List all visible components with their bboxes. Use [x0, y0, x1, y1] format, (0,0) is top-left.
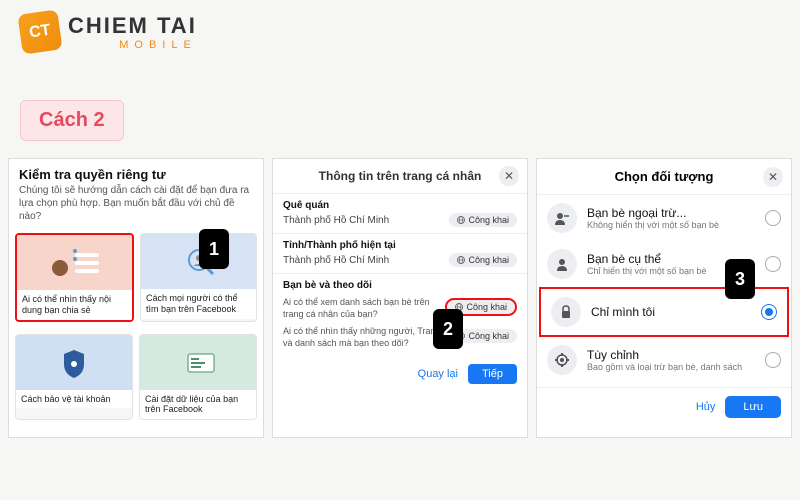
- city-label: Tỉnh/Thành phố hiện tại: [283, 240, 517, 251]
- cancel-button[interactable]: Hủy: [696, 401, 716, 413]
- back-button[interactable]: Quay lại: [418, 368, 458, 380]
- next-button[interactable]: Tiếp: [468, 364, 517, 384]
- option-custom[interactable]: Tùy chỉnh Bao gồm và loại trừ bạn bè, da…: [537, 337, 791, 383]
- step-number-1: 1: [199, 229, 229, 269]
- panel3-title: Chọn đối tượng: [615, 169, 714, 184]
- card-illustration: [140, 335, 256, 390]
- logo-subtitle: MOBILE: [68, 39, 197, 51]
- follow-label: Bạn bè và theo dõi: [283, 280, 517, 291]
- radio-unchecked[interactable]: [765, 352, 781, 368]
- city-value: Thành phố Hồ Chí Minh: [283, 255, 389, 266]
- card-account-security[interactable]: Cách bảo vệ tài khoản: [15, 334, 133, 421]
- step-number-3: 3: [725, 259, 755, 299]
- hometown-value: Thành phố Hồ Chí Minh: [283, 215, 389, 226]
- option-title: Tùy chỉnh: [587, 348, 755, 362]
- follow-q2: Ai có thể nhìn thấy những người, Trang v…: [283, 326, 449, 349]
- radio-checked[interactable]: [761, 304, 777, 320]
- option-title: Chỉ mình tôi: [591, 305, 751, 319]
- option-friends-except[interactable]: Bạn bè ngoại trừ... Không hiển thị với m…: [537, 195, 791, 241]
- gear-icon: [547, 345, 577, 375]
- panel-choose-audience: Chọn đối tượng ✕ Bạn bè ngoại trừ... Khô…: [536, 158, 792, 438]
- logo-title: CHIEM TAI: [68, 13, 197, 39]
- card-label: Cài đặt dữ liệu của bạn trên Facebook: [140, 390, 256, 420]
- card-illustration: [16, 335, 132, 390]
- close-icon[interactable]: ✕: [499, 166, 519, 186]
- option-title: Bạn bè ngoại trừ...: [587, 206, 755, 220]
- close-icon[interactable]: ✕: [763, 167, 783, 187]
- panel-profile-info: Thông tin trên trang cá nhân ✕ Quê quán …: [272, 158, 528, 438]
- brand-logo: CT CHIEM TAI MOBILE: [20, 12, 197, 52]
- panel1-desc: Chúng tôi sẽ hướng dẫn cách cài đặt để b…: [19, 184, 253, 223]
- card-label: Ai có thể nhìn thấy nội dung bạn chia sẻ: [17, 290, 132, 320]
- panel1-title: Kiểm tra quyền riêng tư: [19, 167, 253, 182]
- panel-privacy-checkup: Kiểm tra quyền riêng tư Chúng tôi sẽ hướ…: [8, 158, 264, 438]
- friends-except-icon: [547, 203, 577, 233]
- card-label: Cách mọi người có thể tìm bạn trên Faceb…: [141, 289, 256, 319]
- globe-icon: [457, 216, 465, 224]
- logo-icon: CT: [17, 9, 62, 54]
- step-number-2: 2: [433, 309, 463, 349]
- globe-icon: [457, 256, 465, 264]
- hometown-label: Quê quán: [283, 200, 517, 211]
- card-illustration: [17, 235, 132, 290]
- panel2-title: Thông tin trên trang cá nhân: [319, 169, 482, 183]
- card-who-sees[interactable]: Ai có thể nhìn thấy nội dung bạn chia sẻ: [15, 233, 134, 322]
- radio-unchecked[interactable]: [765, 210, 781, 226]
- option-subtitle: Không hiển thị với một số bạn bè: [587, 220, 755, 230]
- card-label: Cách bảo vệ tài khoản: [16, 390, 132, 409]
- option-subtitle: Bao gồm và loại trừ bạn bè, danh sách: [587, 362, 755, 372]
- step-badge: Cách 2: [20, 100, 124, 141]
- specific-friends-icon: [547, 249, 577, 279]
- follow-q1: Ai có thể xem danh sách bạn bè trên tran…: [283, 297, 445, 320]
- card-data-settings[interactable]: Cài đặt dữ liệu của bạn trên Facebook: [139, 334, 257, 421]
- lock-icon: [551, 297, 581, 327]
- radio-unchecked[interactable]: [765, 256, 781, 272]
- save-button[interactable]: Lưu: [725, 396, 781, 418]
- audience-pill-hometown[interactable]: Công khai: [449, 213, 517, 227]
- audience-pill-city[interactable]: Công khai: [449, 253, 517, 267]
